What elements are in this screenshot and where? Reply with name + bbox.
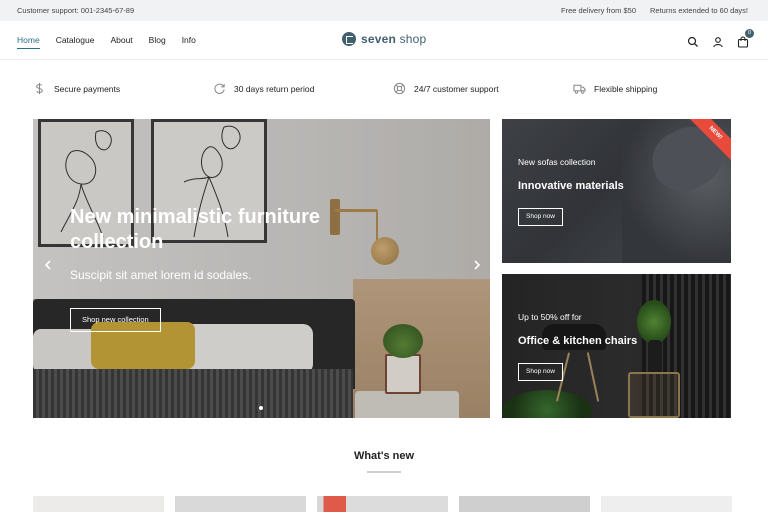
card-pretitle: New sofas collection bbox=[518, 157, 596, 167]
feature-return-period: 30 days return period bbox=[213, 82, 314, 95]
chevron-right-icon[interactable] bbox=[470, 258, 484, 272]
hero-slider: New minimalistic furniture collection Su… bbox=[33, 119, 490, 418]
feature-label: Flexible shipping bbox=[594, 83, 658, 94]
slider-dot[interactable] bbox=[259, 406, 263, 410]
card-pretitle: Up to 50% off for bbox=[518, 312, 582, 322]
product-thumbnail[interactable] bbox=[33, 496, 164, 512]
product-thumbnail[interactable] bbox=[601, 496, 732, 512]
nav-info[interactable]: Info bbox=[182, 35, 196, 49]
cart-icon[interactable]: 0 bbox=[737, 29, 754, 48]
hero-title: New minimalistic furniture collection bbox=[70, 206, 321, 253]
top-bar: Customer support: 001-2345-67-89 Free de… bbox=[0, 0, 768, 21]
section-divider bbox=[367, 471, 401, 473]
nav-blog[interactable]: Blog bbox=[149, 35, 166, 49]
chevron-left-icon[interactable] bbox=[41, 258, 55, 272]
feature-label: Secure payments bbox=[54, 83, 121, 94]
return-icon bbox=[214, 83, 225, 94]
features-bar: Secure payments 30 days return period 24… bbox=[0, 60, 768, 118]
dollar-icon bbox=[36, 82, 43, 95]
product-thumbnail[interactable] bbox=[459, 496, 590, 512]
shop-now-button[interactable]: Shop now bbox=[518, 208, 563, 226]
site-logo[interactable]: seven shop bbox=[342, 32, 426, 46]
feature-customer-support: 24/7 customer support bbox=[393, 82, 499, 95]
shop-new-collection-button[interactable]: Shop new collection bbox=[70, 308, 161, 332]
nav-about[interactable]: About bbox=[110, 35, 132, 49]
logo-brand: seven bbox=[361, 32, 397, 46]
customer-support-text: Customer support: 001-2345-67-89 bbox=[17, 6, 135, 15]
free-delivery-text: Free delivery from $50 bbox=[560, 6, 637, 15]
search-icon[interactable] bbox=[687, 35, 699, 47]
feature-flexible-shipping: Flexible shipping bbox=[573, 82, 657, 95]
section-title: What's new bbox=[353, 450, 415, 462]
promo-card-sofas[interactable]: NEW! New sofas collection Innovative mat… bbox=[502, 119, 731, 263]
hero-subtitle: Suscipit sit amet lorem id sodales. bbox=[70, 268, 252, 282]
logo-suffix: shop bbox=[396, 32, 427, 46]
support-icon bbox=[393, 82, 406, 95]
logo-icon bbox=[342, 32, 356, 46]
user-icon[interactable] bbox=[712, 35, 724, 48]
cart-count-badge: 0 bbox=[745, 29, 754, 38]
top-bar-info: Free delivery from $50 Returns extended … bbox=[561, 6, 748, 15]
site-header: Home Catalogue About Blog Info seven sho… bbox=[0, 21, 768, 60]
feature-label: 30 days return period bbox=[234, 83, 315, 94]
header-icons: 0 bbox=[687, 29, 754, 48]
shop-now-button[interactable]: Shop now bbox=[518, 363, 563, 381]
card-title: Innovative materials bbox=[518, 180, 624, 192]
product-thumbnail[interactable] bbox=[317, 496, 448, 512]
truck-icon bbox=[573, 84, 586, 94]
promo-card-chairs[interactable]: Up to 50% off for Office & kitchen chair… bbox=[502, 274, 731, 418]
nav-catalogue[interactable]: Catalogue bbox=[56, 35, 95, 49]
returns-text: Returns extended to 60 days! bbox=[650, 6, 748, 15]
main-nav: Home Catalogue About Blog Info bbox=[17, 35, 196, 49]
logo-text: seven shop bbox=[361, 32, 426, 46]
feature-label: 24/7 customer support bbox=[414, 83, 499, 94]
feature-secure-payments: Secure payments bbox=[33, 82, 120, 95]
product-thumbnail[interactable] bbox=[175, 496, 306, 512]
nav-home[interactable]: Home bbox=[17, 35, 40, 49]
card-title: Office & kitchen chairs bbox=[518, 335, 638, 347]
